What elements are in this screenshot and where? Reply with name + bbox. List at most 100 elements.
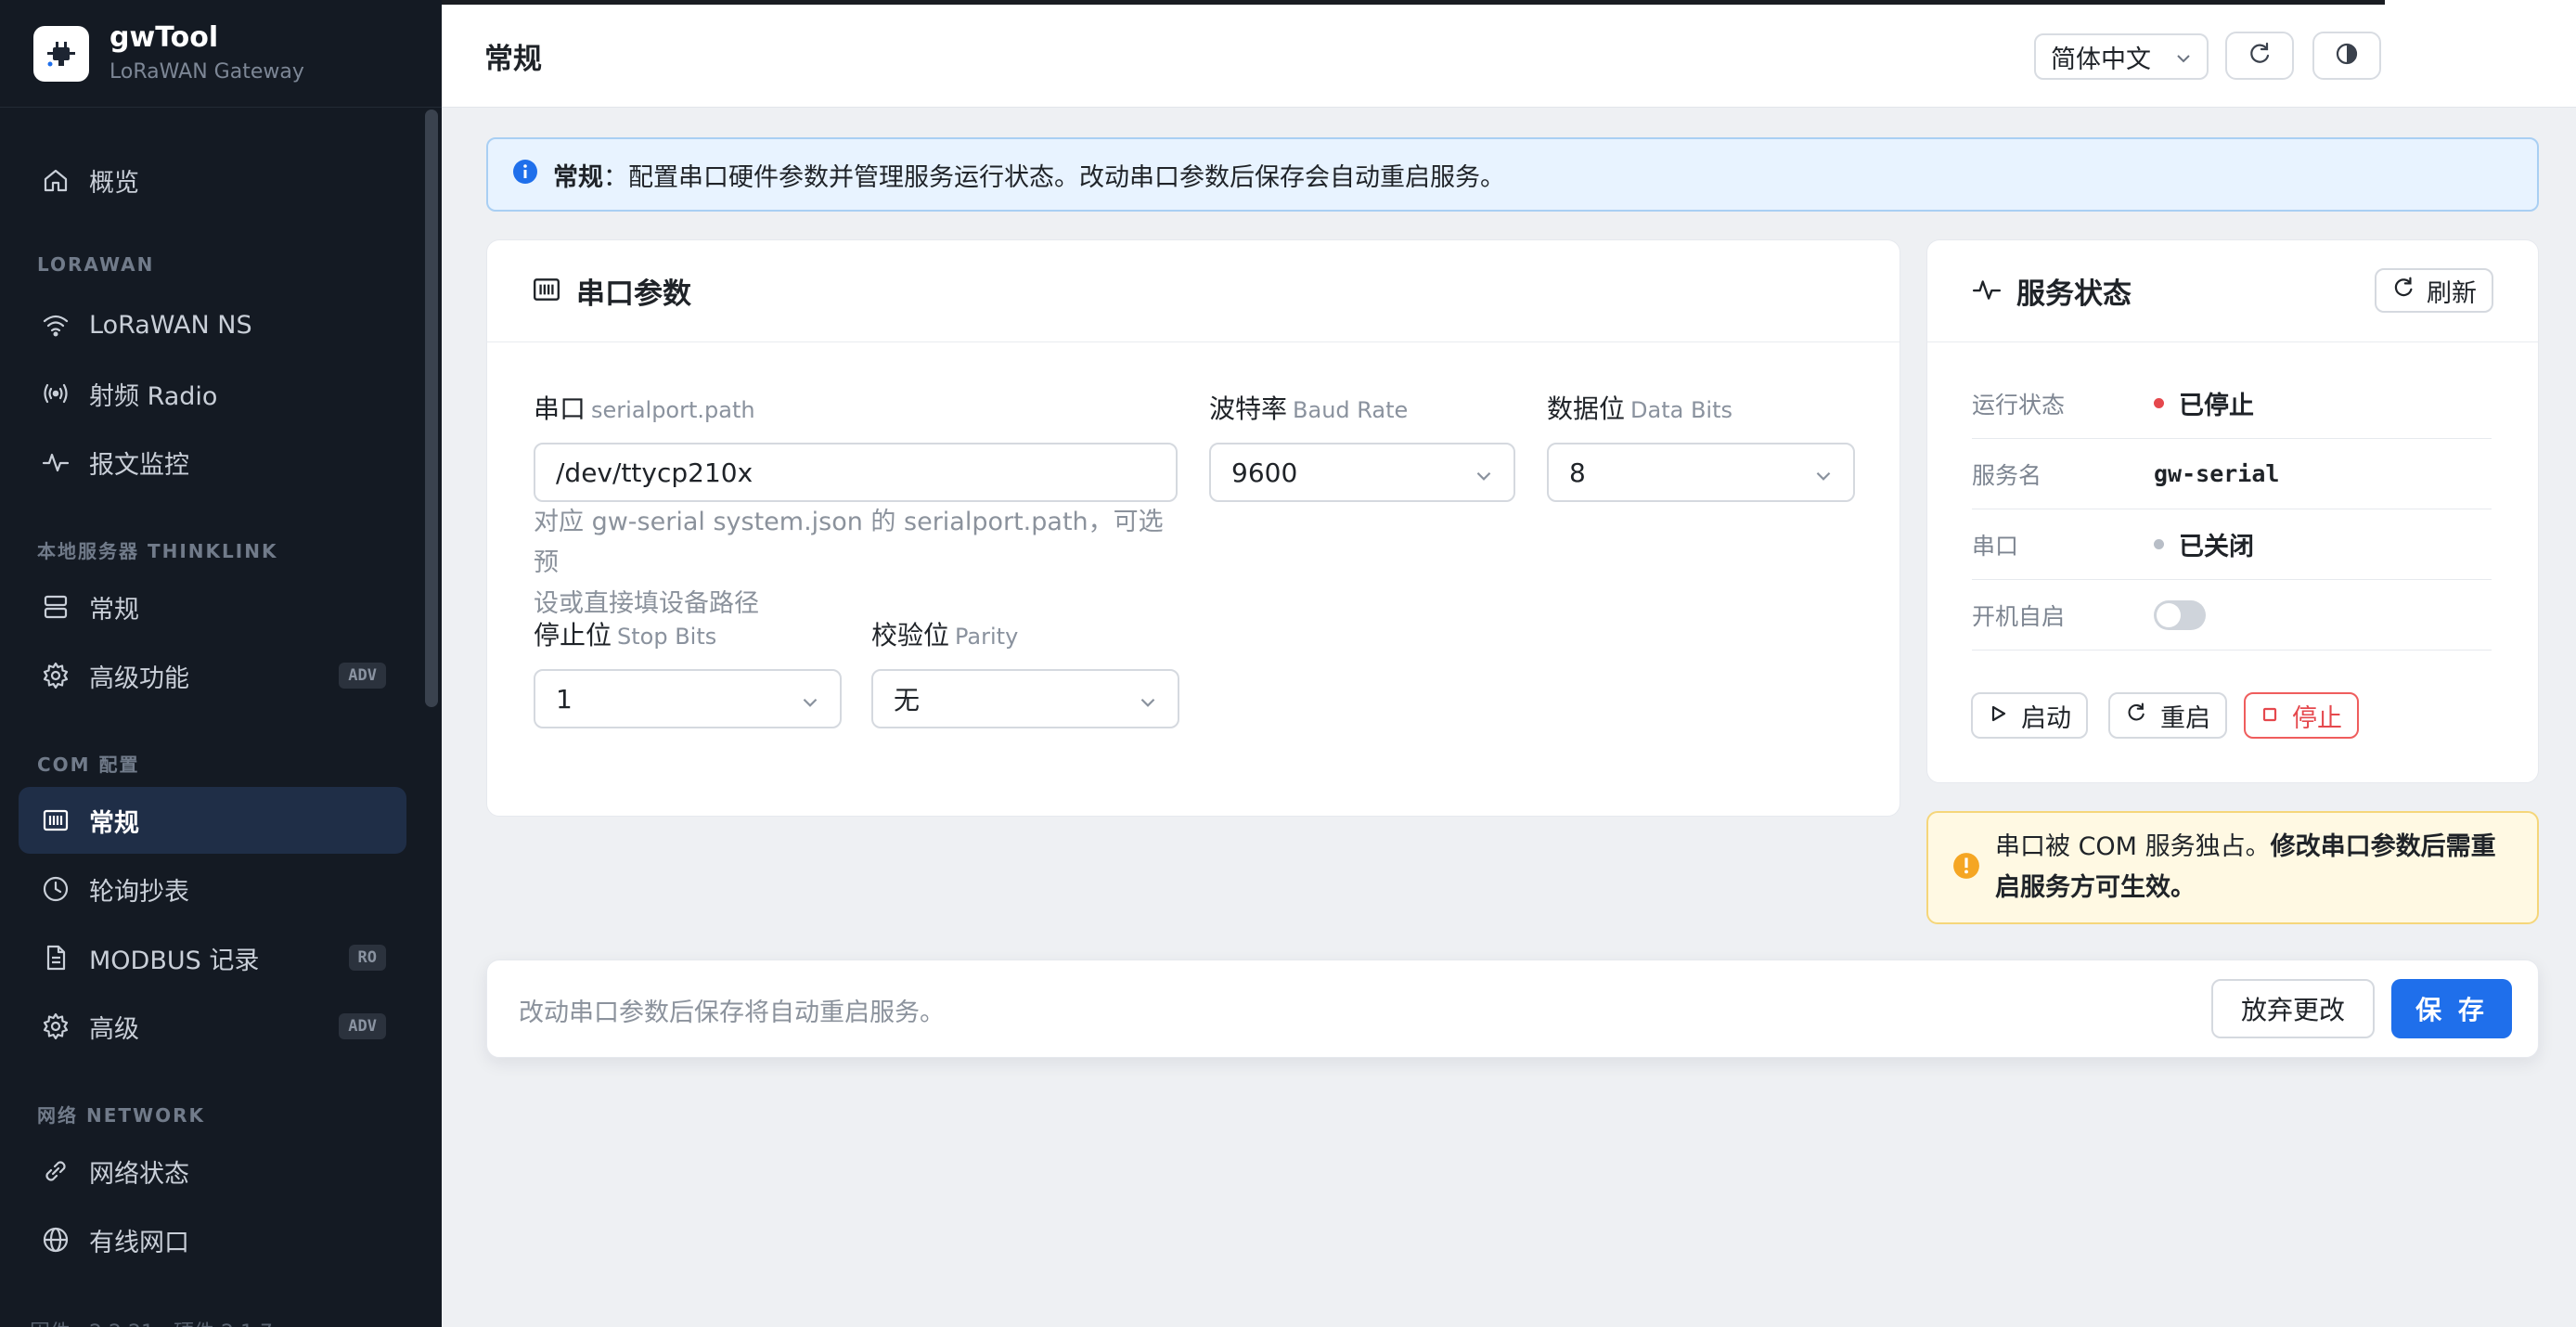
server-icon xyxy=(39,590,72,624)
language-select[interactable]: 简体中文 xyxy=(2034,33,2209,80)
chevron-down-icon xyxy=(799,689,821,720)
autostart-toggle[interactable] xyxy=(2154,599,2206,630)
globe-icon xyxy=(39,1223,72,1256)
stop-button[interactable]: 停止 xyxy=(2244,692,2359,739)
sidebar-item-advanced-features[interactable]: 高级功能 ADV xyxy=(19,642,406,709)
chevron-down-icon xyxy=(1812,463,1835,494)
sidebar-item-lorawan-ns[interactable]: LoRaWAN NS xyxy=(19,291,406,358)
pulse-icon xyxy=(1972,275,2002,308)
sidebar-item-general[interactable]: 常规 xyxy=(19,573,406,640)
section-network: 网络 NETWORK xyxy=(37,1104,205,1127)
closed-dot xyxy=(2154,539,2164,549)
parity-value: 无 xyxy=(894,685,921,715)
save-button[interactable]: 保 存 xyxy=(2391,979,2512,1038)
section-com: COM 配置 xyxy=(37,754,140,776)
chevron-down-icon xyxy=(1137,689,1159,720)
warning-text: 串口被 COM 服务独占。 xyxy=(1995,832,2271,861)
sidebar-item-label: 高级 xyxy=(89,1014,139,1044)
top-loading-bar xyxy=(442,0,2385,5)
gear-icon xyxy=(39,1010,72,1043)
save-hint: 改动串口参数后保存将自动重启服务。 xyxy=(519,998,945,1027)
sidebar-item-label: 报文监控 xyxy=(89,450,189,480)
card-title: 服务状态 xyxy=(2016,277,2132,311)
document-icon xyxy=(39,941,72,974)
wifi-icon xyxy=(39,308,72,341)
link-icon xyxy=(39,1154,72,1188)
sidebar-item-com-general[interactable]: 常规 xyxy=(19,787,406,854)
sidebar-item-polling[interactable]: 轮询抄表 xyxy=(19,856,406,922)
language-value: 简体中文 xyxy=(2051,45,2151,74)
parity-select[interactable]: 无 xyxy=(871,669,1179,728)
info-alert-strong: 常规 xyxy=(553,162,603,192)
chevron-down-icon xyxy=(2173,46,2194,75)
port-state-value: 已关闭 xyxy=(2179,533,2254,561)
sidebar-item-com-advanced[interactable]: 高级 ADV xyxy=(19,993,406,1060)
gear-icon xyxy=(39,659,72,692)
sidebar-item-wired-port[interactable]: 有线网口 xyxy=(19,1206,406,1273)
ro-badge: RO xyxy=(348,945,386,971)
info-icon xyxy=(512,159,538,191)
sidebar-scrollbar[interactable] xyxy=(425,110,438,707)
header: 常规 简体中文 xyxy=(442,0,2576,108)
contrast-icon xyxy=(2334,41,2360,71)
data-bits-value: 8 xyxy=(1569,457,1586,488)
stop-icon xyxy=(2260,702,2279,730)
start-button[interactable]: 启动 xyxy=(1971,692,2088,739)
refresh-button[interactable]: 刷新 xyxy=(2375,268,2493,313)
card-header: 串口参数 xyxy=(487,240,1900,342)
status-row-port: 串口 已关闭 xyxy=(1972,509,2492,580)
status-row-service-name: 服务名 gw-serial xyxy=(1972,439,2492,509)
adv-badge: ADV xyxy=(339,1013,386,1039)
card-title: 串口参数 xyxy=(576,277,691,311)
sidebar: gwTool LoRaWAN Gateway 概览 LORAWAN LoRaWA… xyxy=(0,0,442,1327)
sidebar-item-radio[interactable]: 射频 Radio xyxy=(19,360,406,427)
info-alert-text: ：配置串口硬件参数并管理服务运行状态。改动串口参数后保存会自动重启服务。 xyxy=(603,162,1505,192)
status-row-autostart: 开机自启 xyxy=(1972,580,2492,651)
run-state-value: 已停止 xyxy=(2179,392,2254,420)
discard-button[interactable]: 放弃更改 xyxy=(2211,979,2375,1038)
brand-title: gwTool xyxy=(109,20,219,54)
reload-button[interactable] xyxy=(2225,32,2294,80)
baud-rate-select[interactable]: 9600 xyxy=(1209,443,1515,502)
databits-label: 数据位 Data Bits xyxy=(1547,393,1732,424)
sidebar-item-label: 常规 xyxy=(89,595,139,625)
reload-icon xyxy=(2247,41,2273,71)
sidebar-item-label: 射频 Radio xyxy=(89,381,218,411)
card-header: 服务状态 刷新 xyxy=(1927,240,2538,342)
service-name-value: gw-serial xyxy=(2154,460,2280,487)
sidebar-item-modbus-log[interactable]: MODBUS 记录 RO xyxy=(19,924,406,991)
baud-label: 波特率 Baud Rate xyxy=(1209,393,1409,424)
sidebar-item-overview[interactable]: 概览 xyxy=(19,147,406,213)
stop-bits-value: 1 xyxy=(556,683,573,715)
refresh-icon xyxy=(2391,276,2415,306)
restart-icon xyxy=(2125,702,2147,730)
stop-bits-select[interactable]: 1 xyxy=(534,669,842,728)
clock-icon xyxy=(39,872,72,906)
section-lorawan: LORAWAN xyxy=(37,253,155,276)
serial-port-path-value: /dev/ttycp210x xyxy=(556,457,753,488)
baud-rate-value: 9600 xyxy=(1231,457,1298,488)
serial-port-icon xyxy=(532,275,561,308)
parity-label: 校验位 Parity xyxy=(871,620,1019,651)
info-alert: 常规：配置串口硬件参数并管理服务运行状态。改动串口参数后保存会自动重启服务。 xyxy=(486,137,2539,212)
sidebar-item-label: 有线网口 xyxy=(89,1228,189,1257)
serial-port-path-input[interactable]: /dev/ttycp210x xyxy=(534,443,1178,502)
adv-badge: ADV xyxy=(339,663,386,689)
version-info: 固件 v2.2.21 · 硬件 2.1.7 xyxy=(30,1316,273,1327)
data-bits-select[interactable]: 8 xyxy=(1547,443,1855,502)
pulse-icon xyxy=(39,445,72,479)
sidebar-item-network-status[interactable]: 网络状态 xyxy=(19,1138,406,1205)
home-icon xyxy=(39,163,72,197)
sidebar-item-label: 常规 xyxy=(89,808,139,838)
gateway-plug-icon xyxy=(33,25,89,82)
sidebar-item-monitor[interactable]: 报文监控 xyxy=(19,429,406,496)
serial-port-icon xyxy=(39,804,72,837)
stopped-dot xyxy=(2154,398,2164,408)
sidebar-item-label: 高级功能 xyxy=(89,664,189,693)
status-row-run-state: 运行状态 已停止 xyxy=(1972,368,2492,439)
port-hint: 对应 gw-serial system.json 的 serialport.pa… xyxy=(534,508,1164,618)
section-local-server: 本地服务器 THINKLINK xyxy=(37,540,278,562)
theme-toggle-button[interactable] xyxy=(2312,32,2381,80)
restart-button[interactable]: 重启 xyxy=(2108,692,2227,739)
sidebar-item-label: 网络状态 xyxy=(89,1159,189,1189)
